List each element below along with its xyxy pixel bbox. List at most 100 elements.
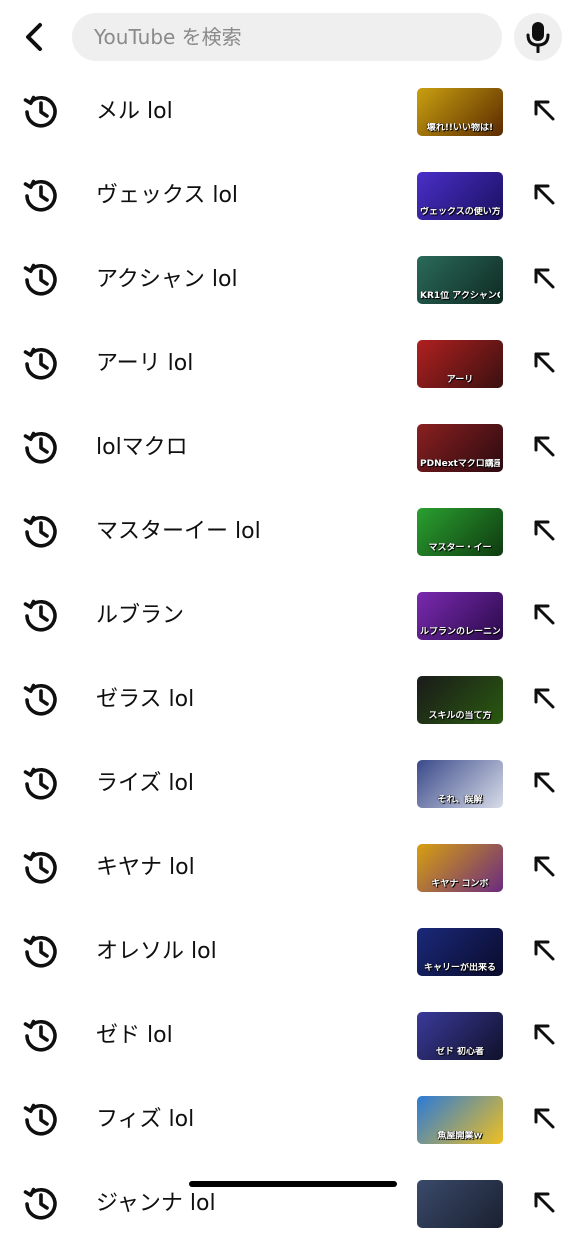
- fill-query-button[interactable]: [524, 92, 564, 132]
- arrow-up-left-icon: [531, 685, 557, 715]
- history-icon: [22, 176, 60, 214]
- arrow-up-left-icon: [531, 1189, 557, 1219]
- suggestion-query: アーリ lol: [96, 351, 194, 376]
- suggestion-query: メル lol: [96, 99, 173, 124]
- thumbnail-caption: マスター・イー: [428, 543, 492, 553]
- thumbnail-caption: 壊れ!!いい物は!: [426, 123, 494, 133]
- thumbnail-caption: ヴェックスの使い方: [420, 207, 500, 217]
- arrow-up-left-icon: [531, 1105, 557, 1135]
- suggestion-query: フィズ lol: [96, 1107, 195, 1132]
- suggestion-thumbnail: キヤナ コンボ: [417, 844, 503, 892]
- suggestion-row[interactable]: ルブランルブランのレーニング: [0, 574, 585, 658]
- suggestion-row[interactable]: メル lol 壊れ!!いい物は!: [0, 70, 585, 154]
- chevron-left-icon: [26, 23, 42, 51]
- arrow-up-left-icon: [531, 1021, 557, 1051]
- suggestion-row[interactable]: アーリ lol アーリ: [0, 322, 585, 406]
- search-box[interactable]: [72, 13, 502, 61]
- search-input[interactable]: [92, 24, 502, 50]
- arrow-up-left-icon: [531, 601, 557, 631]
- back-button[interactable]: [14, 16, 56, 58]
- suggestion-thumbnail: アーリ: [417, 340, 503, 388]
- thumbnail-caption: ゼド 初心者: [435, 1047, 485, 1057]
- fill-query-button[interactable]: [524, 764, 564, 804]
- suggestion-query: ルブラン: [96, 603, 185, 628]
- thumbnail-caption: キヤナ コンボ: [431, 879, 489, 889]
- fill-query-button[interactable]: [524, 1016, 564, 1056]
- arrow-up-left-icon: [531, 853, 557, 883]
- suggestion-query: ゼラス lol: [96, 687, 195, 712]
- suggestion-row[interactable]: オレソル lol キャリーが出来る: [0, 910, 585, 994]
- suggestion-query: ヴェックス lol: [96, 183, 239, 208]
- arrow-up-left-icon: [531, 97, 557, 127]
- fill-query-button[interactable]: [524, 344, 564, 384]
- suggestion-thumbnail: ヴェックスの使い方: [417, 172, 503, 220]
- history-icon: [22, 932, 60, 970]
- history-icon: [22, 680, 60, 718]
- fill-query-button[interactable]: [524, 1184, 564, 1224]
- suggestion-thumbnail: PDNextマクロ講座: [417, 424, 503, 472]
- fill-query-button[interactable]: [524, 680, 564, 720]
- suggestion-thumbnail: [417, 1180, 503, 1228]
- suggestion-thumbnail: キャリーが出来る: [417, 928, 503, 976]
- suggestion-row[interactable]: ヴェックス lol ヴェックスの使い方: [0, 154, 585, 238]
- fill-query-button[interactable]: [524, 596, 564, 636]
- fill-query-button[interactable]: [524, 848, 564, 888]
- history-icon: [22, 428, 60, 466]
- suggestion-row[interactable]: lolマクロ PDNextマクロ講座: [0, 406, 585, 490]
- suggestion-query: オレソル lol: [96, 939, 217, 964]
- suggestion-thumbnail: 魚屋開業ｗ: [417, 1096, 503, 1144]
- suggestion-query: キヤナ lol: [96, 855, 195, 880]
- thumbnail-caption: それ、誤解: [437, 795, 483, 805]
- fill-query-button[interactable]: [524, 428, 564, 468]
- microphone-icon: [526, 22, 550, 53]
- history-icon: [22, 764, 60, 802]
- suggestion-thumbnail: ルブランのレーニング: [417, 592, 503, 640]
- suggestion-thumbnail: KR1位 アクシャンOTP: [417, 256, 503, 304]
- suggestion-thumbnail: 壊れ!!いい物は!: [417, 88, 503, 136]
- history-icon: [22, 1016, 60, 1054]
- arrow-up-left-icon: [531, 433, 557, 463]
- suggestion-query: lolマクロ: [96, 435, 188, 460]
- home-indicator: [189, 1181, 397, 1187]
- suggestion-query: ゼド lol: [96, 1023, 173, 1048]
- history-icon: [22, 848, 60, 886]
- suggestion-thumbnail: ゼド 初心者: [417, 1012, 503, 1060]
- arrow-up-left-icon: [531, 349, 557, 379]
- arrow-up-left-icon: [531, 265, 557, 295]
- search-header: [0, 0, 585, 74]
- thumbnail-caption: 魚屋開業ｗ: [437, 1131, 483, 1141]
- thumbnail-caption: キャリーが出来る: [423, 963, 496, 973]
- fill-query-button[interactable]: [524, 260, 564, 300]
- thumbnail-caption: アーリ: [446, 375, 474, 385]
- suggestion-query: ジャンナ lol: [96, 1191, 216, 1216]
- thumbnail-caption: PDNextマクロ講座: [420, 459, 500, 469]
- suggestion-query: アクシャン lol: [96, 267, 238, 292]
- suggestion-row[interactable]: フィズ lol 魚屋開業ｗ: [0, 1078, 585, 1162]
- suggestion-row[interactable]: ジャンナ lol: [0, 1162, 585, 1246]
- suggestion-query: ライズ lol: [96, 771, 195, 796]
- thumbnail-caption: ルブランのレーニング: [420, 627, 500, 637]
- suggestion-row[interactable]: ライズ lol それ、誤解: [0, 742, 585, 826]
- fill-query-button[interactable]: [524, 176, 564, 216]
- history-icon: [22, 1100, 60, 1138]
- suggestion-row[interactable]: アクシャン lol KR1位 アクシャンOTP: [0, 238, 585, 322]
- voice-search-button[interactable]: [514, 13, 562, 61]
- suggestion-thumbnail: スキルの当て方: [417, 676, 503, 724]
- suggestion-row[interactable]: マスターイー lol マスター・イー: [0, 490, 585, 574]
- arrow-up-left-icon: [531, 181, 557, 211]
- fill-query-button[interactable]: [524, 512, 564, 552]
- arrow-up-left-icon: [531, 937, 557, 967]
- history-icon: [22, 596, 60, 634]
- suggestion-row[interactable]: キヤナ lol キヤナ コンボ: [0, 826, 585, 910]
- history-icon: [22, 344, 60, 382]
- history-icon: [22, 1184, 60, 1222]
- suggestion-thumbnail: それ、誤解: [417, 760, 503, 808]
- thumbnail-caption: スキルの当て方: [428, 711, 492, 721]
- suggestion-query: マスターイー lol: [96, 519, 261, 544]
- suggestion-row[interactable]: ゼド lol ゼド 初心者: [0, 994, 585, 1078]
- fill-query-button[interactable]: [524, 932, 564, 972]
- suggestion-thumbnail: マスター・イー: [417, 508, 503, 556]
- suggestion-row[interactable]: ゼラス lol スキルの当て方: [0, 658, 585, 742]
- fill-query-button[interactable]: [524, 1100, 564, 1140]
- history-icon: [22, 512, 60, 550]
